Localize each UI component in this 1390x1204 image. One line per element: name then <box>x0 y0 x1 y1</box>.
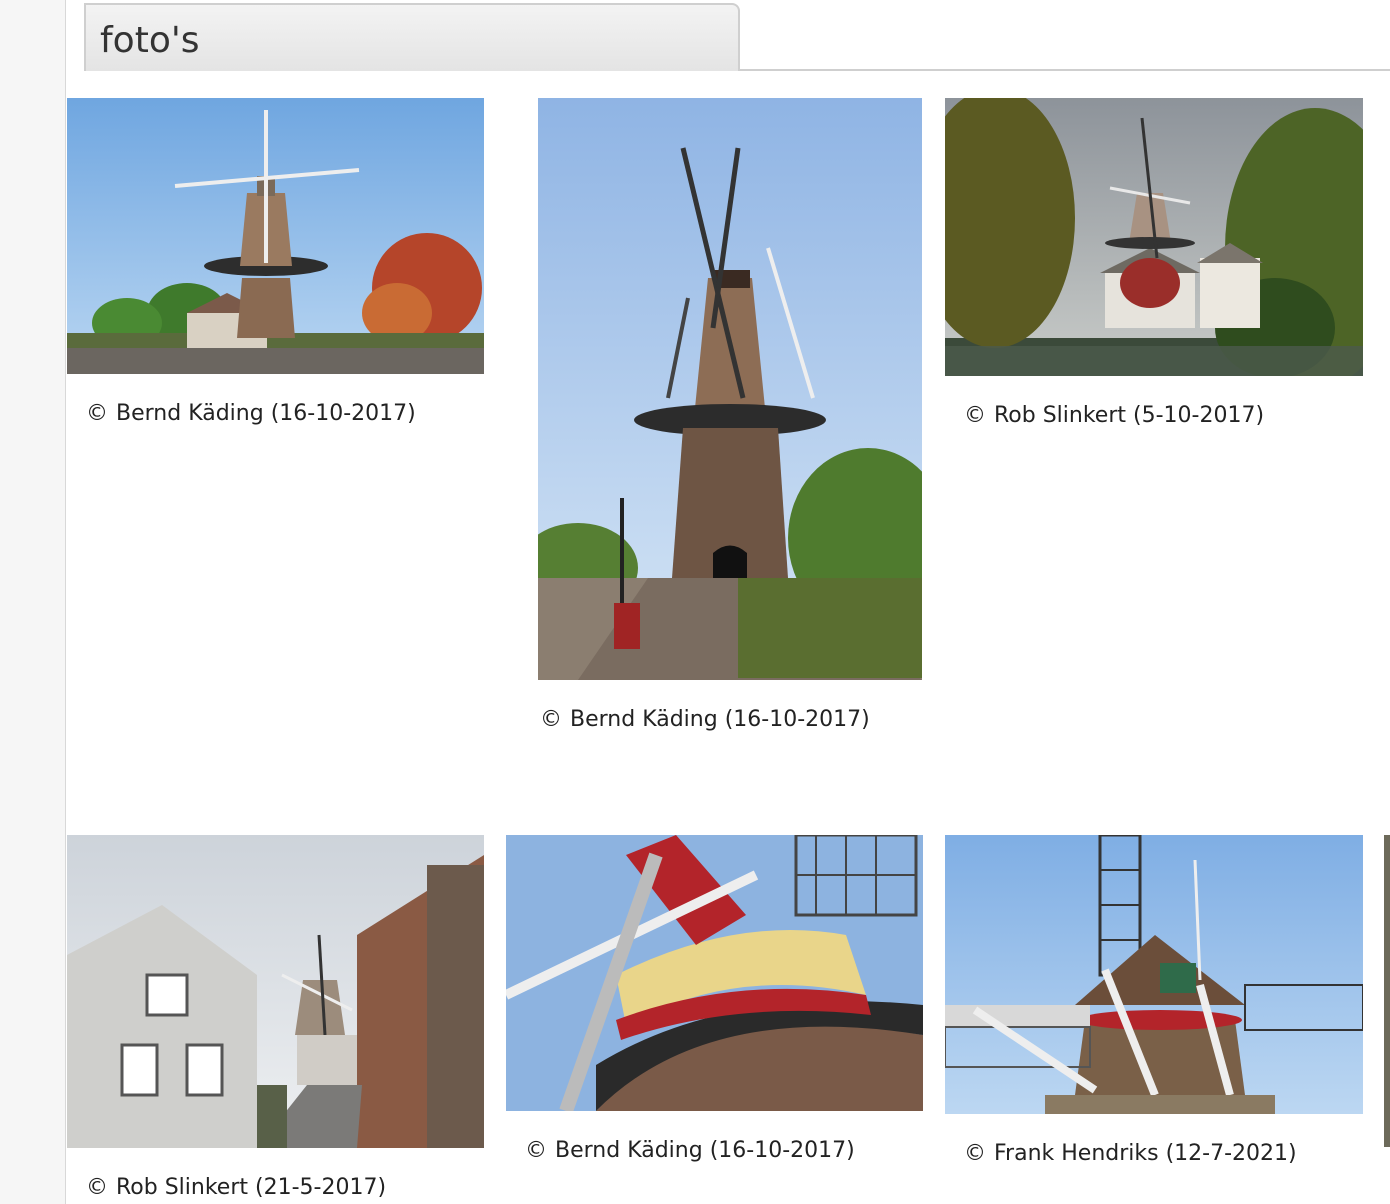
photo-credit: © Bernd Käding (16-10-2017) <box>525 1137 855 1165</box>
photo-credit-text: Rob Slinkert (5-10-2017) <box>994 403 1265 428</box>
tab-photos[interactable]: foto's <box>84 3 740 71</box>
photo-credit: © Rob Slinkert (5-10-2017) <box>964 402 1264 430</box>
photo-credit-text: Bernd Käding (16-10-2017) <box>555 1138 855 1163</box>
photo-thumbnail[interactable] <box>506 835 923 1111</box>
tab-photos-label: foto's <box>100 20 200 61</box>
photo-credit-text: Bernd Käding (16-10-2017) <box>570 707 870 732</box>
photo-thumbnail-partial[interactable] <box>1384 835 1390 1147</box>
photo-credit-text: Frank Hendriks (12-7-2021) <box>994 1141 1297 1166</box>
photo-credit-text: Rob Slinkert (21-5-2017) <box>116 1175 387 1200</box>
photo-credit: © Frank Hendriks (12-7-2021) <box>964 1140 1297 1168</box>
photo-credit: © Rob Slinkert (21-5-2017) <box>86 1174 386 1202</box>
photo-credit: © Bernd Käding (16-10-2017) <box>540 706 870 734</box>
copyright-icon: © <box>86 1175 108 1200</box>
copyright-icon: © <box>525 1138 547 1163</box>
photo-thumbnail[interactable] <box>945 98 1363 376</box>
copyright-icon: © <box>964 1141 986 1166</box>
copyright-icon: © <box>86 401 108 426</box>
photo-thumbnail[interactable] <box>67 98 484 374</box>
photo-credit-text: Bernd Käding (16-10-2017) <box>116 401 416 426</box>
photo-thumbnail[interactable] <box>538 98 922 680</box>
copyright-icon: © <box>540 707 562 732</box>
tab-divider <box>740 69 1390 71</box>
copyright-icon: © <box>964 403 986 428</box>
photo-thumbnail[interactable] <box>67 835 484 1148</box>
left-rail <box>0 0 66 1204</box>
photo-thumbnail[interactable] <box>945 835 1363 1114</box>
photo-credit: © Bernd Käding (16-10-2017) <box>86 400 416 428</box>
